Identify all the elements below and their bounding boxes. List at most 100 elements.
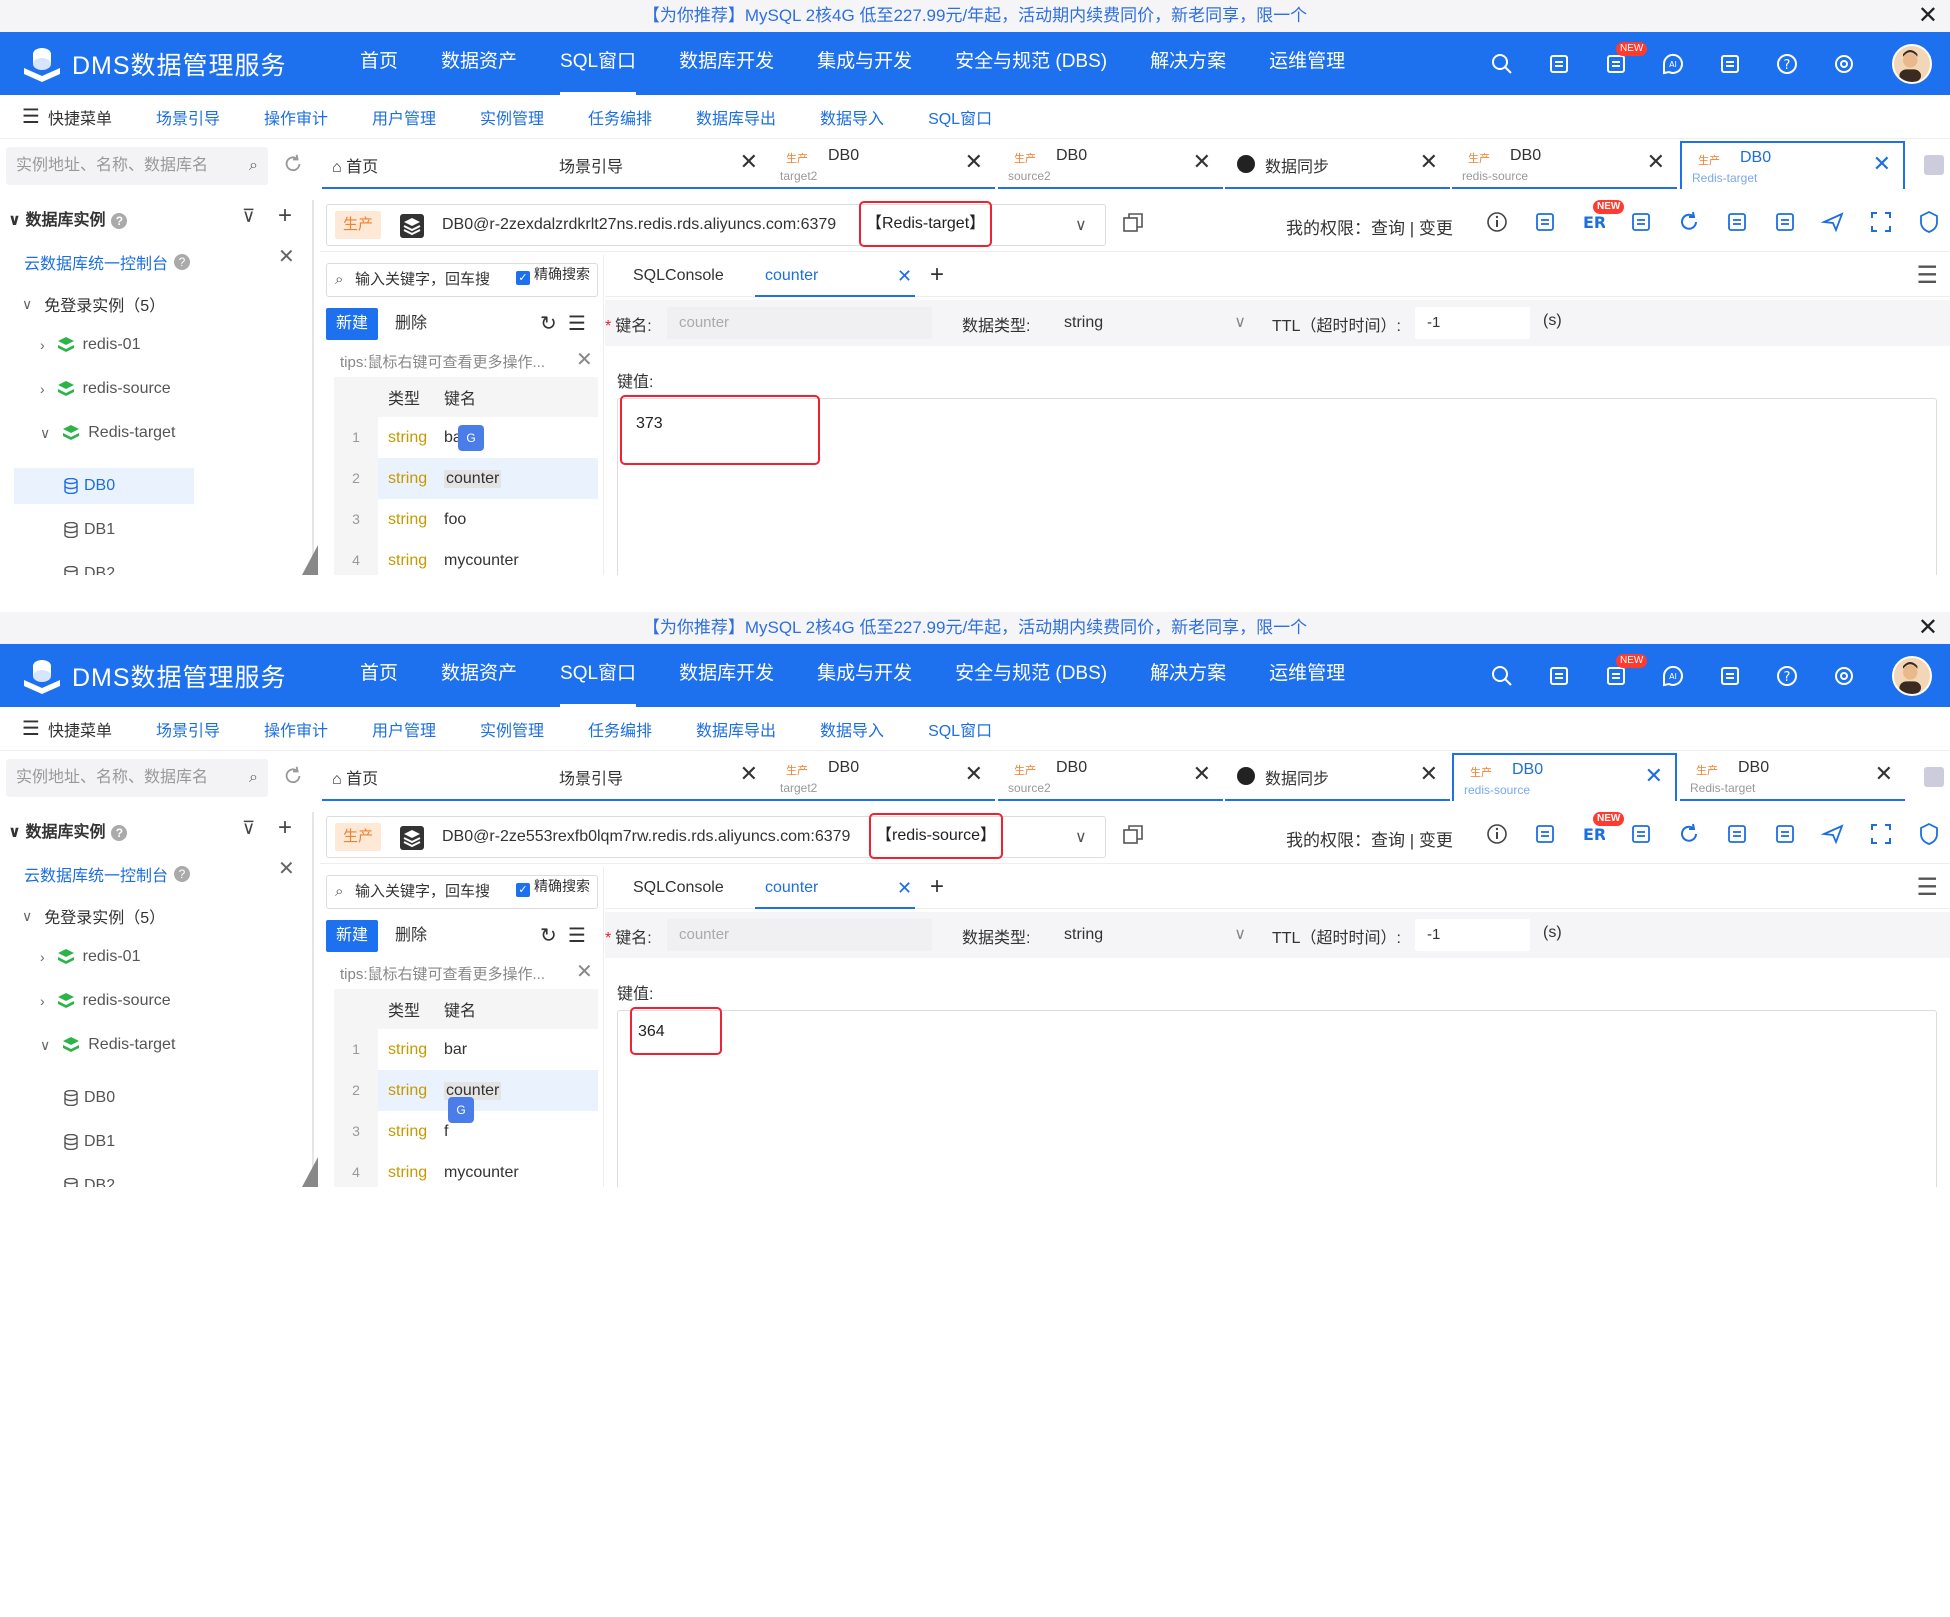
gear-icon[interactable]: [1832, 664, 1856, 688]
refresh-icon[interactable]: ↻: [540, 311, 557, 336]
tree-instance[interactable]: › redis-source: [40, 380, 171, 398]
quick-menu[interactable]: ☰ 快捷菜单: [22, 716, 112, 741]
tree-db[interactable]: DB2: [14, 556, 194, 575]
tree-db[interactable]: DB1: [14, 512, 194, 548]
tab-2[interactable]: 场景引导 ✕: [545, 141, 770, 189]
tree-group[interactable]: ∨ 免登录实例（5）: [22, 292, 165, 316]
fullscreen-icon[interactable]: [1869, 822, 1893, 846]
key-name-input[interactable]: counter: [667, 307, 932, 339]
table-row[interactable]: 3 string f G: [334, 1097, 598, 1152]
menu-icon[interactable]: ☰: [1916, 873, 1938, 902]
tab-counter[interactable]: counter: [755, 867, 915, 909]
new-key-button[interactable]: 新建: [326, 308, 378, 340]
tree-divider[interactable]: [312, 812, 314, 1187]
menu-item-1[interactable]: 首页: [360, 32, 398, 95]
document-icon[interactable]: [1718, 52, 1742, 76]
tab-6[interactable]: 生产 DB0 redis-source ✕: [1452, 753, 1677, 801]
quick-link-4[interactable]: 实例管理: [480, 105, 544, 129]
tab-7[interactable]: 生产 DB0 Redis-target ✕: [1680, 141, 1905, 189]
er-diagram-icon[interactable]: ER NEW: [1581, 812, 1625, 846]
tree-divider[interactable]: [312, 200, 314, 575]
help-icon[interactable]: ?: [1775, 664, 1799, 688]
key-value-textarea[interactable]: 373: [617, 395, 1937, 575]
tab-6[interactable]: 生产 DB0 redis-source ✕: [1452, 141, 1677, 189]
filter-icon[interactable]: ⊽: [242, 818, 255, 839]
close-icon[interactable]: ✕: [1420, 149, 1438, 175]
menu-item-7[interactable]: 解决方案: [1150, 644, 1226, 707]
quick-link-4[interactable]: 实例管理: [480, 717, 544, 741]
add-tab-icon[interactable]: +: [930, 867, 944, 907]
ttl-input[interactable]: -1: [1415, 307, 1530, 339]
menu-item-6[interactable]: 安全与规范 (DBS): [955, 32, 1107, 95]
menu-item-1[interactable]: 首页: [360, 644, 398, 707]
tree-header[interactable]: ∨ 数据库实例?: [8, 818, 128, 842]
monitor-icon[interactable]: [1547, 52, 1571, 76]
info-icon[interactable]: [1485, 822, 1509, 846]
quick-link-7[interactable]: 数据导入: [820, 717, 884, 741]
menu-icon[interactable]: ☰: [1916, 261, 1938, 290]
quick-link-5[interactable]: 任务编排: [588, 105, 652, 129]
quick-link-8[interactable]: SQL窗口: [928, 105, 992, 129]
close-icon[interactable]: ✕: [1873, 151, 1891, 177]
menu-item-2[interactable]: 数据资产: [441, 32, 517, 95]
help-icon[interactable]: ?: [1775, 52, 1799, 76]
tab-1[interactable]: ⌂ 首页: [322, 141, 547, 189]
help-icon[interactable]: ?: [174, 866, 191, 882]
shield-icon[interactable]: [1917, 822, 1941, 846]
instance-search-input[interactable]: 实例地址、名称、数据库名 ⌕: [6, 759, 268, 797]
list-view-icon[interactable]: ☰: [568, 923, 586, 948]
tab-2[interactable]: 场景引导 ✕: [545, 753, 770, 801]
send-icon[interactable]: [1820, 822, 1845, 846]
tree-instance[interactable]: ∨ Redis-target: [40, 1036, 175, 1054]
tab-more-icon[interactable]: [1924, 155, 1944, 175]
calendar-icon[interactable]: NEW: [1604, 42, 1648, 76]
close-icon[interactable]: ✕: [965, 761, 983, 787]
key-value-textarea[interactable]: 364: [617, 1007, 1937, 1187]
close-icon[interactable]: ✕: [897, 255, 912, 297]
tab-5[interactable]: 数据同步 ✕: [1225, 141, 1450, 189]
exact-search-checkbox[interactable]: ✓ 精确搜索: [512, 876, 590, 897]
send-icon[interactable]: [1820, 210, 1845, 234]
tab-3[interactable]: 生产 DB0 target2 ✕: [770, 141, 995, 189]
table-row[interactable]: 4 string mycounter: [334, 540, 598, 575]
gear-icon[interactable]: [1832, 52, 1856, 76]
menu-item-2[interactable]: 数据资产: [441, 644, 517, 707]
close-icon[interactable]: ✕: [1875, 761, 1893, 787]
search-icon[interactable]: [1490, 664, 1514, 688]
menu-item-4[interactable]: 数据库开发: [679, 32, 774, 95]
list-view-icon[interactable]: ☰: [568, 311, 586, 336]
close-icon[interactable]: ✕: [965, 149, 983, 175]
data-type-select[interactable]: string ∨: [1052, 307, 1252, 339]
close-icon[interactable]: ✕: [740, 149, 758, 175]
quick-link-8[interactable]: SQL窗口: [928, 717, 992, 741]
close-icon[interactable]: ✕: [1193, 761, 1211, 787]
close-icon[interactable]: ✕: [897, 867, 912, 909]
table-icon[interactable]: [1533, 822, 1557, 846]
add-tab-icon[interactable]: +: [930, 255, 944, 295]
list-icon[interactable]: [1773, 822, 1797, 846]
menu-item-5[interactable]: 集成与开发: [817, 32, 912, 95]
console-link[interactable]: 云数据库统一控制台?: [24, 862, 191, 886]
translate-icon[interactable]: G: [448, 1097, 474, 1123]
tree-instance[interactable]: › redis-source: [40, 992, 171, 1010]
tab-5[interactable]: 数据同步 ✕: [1225, 753, 1450, 801]
menu-item-6[interactable]: 安全与规范 (DBS): [955, 644, 1107, 707]
quick-link-1[interactable]: 场景引导: [156, 105, 220, 129]
tree-db[interactable]: DB0: [14, 1080, 194, 1116]
export-icon[interactable]: [1725, 210, 1749, 234]
refresh-icon[interactable]: [282, 765, 304, 787]
table-row[interactable]: 1 string bar: [334, 1029, 598, 1070]
app-logo[interactable]: DMS数据管理服务: [20, 654, 287, 698]
filter-icon[interactable]: ⊽: [242, 206, 255, 227]
help-icon[interactable]: ?: [111, 212, 128, 229]
quick-link-7[interactable]: 数据导入: [820, 105, 884, 129]
close-icon[interactable]: ✕: [576, 959, 593, 984]
add-icon[interactable]: +: [278, 814, 292, 842]
menu-item-5[interactable]: 集成与开发: [817, 644, 912, 707]
connection-select[interactable]: 生产 DB0@r-2ze553rexfb0lqm7rw.redis.rds.ali…: [326, 813, 1106, 859]
translate-icon[interactable]: G: [458, 425, 484, 451]
delete-key-button[interactable]: 删除: [386, 920, 436, 952]
app-logo[interactable]: DMS数据管理服务: [20, 42, 287, 86]
close-icon[interactable]: ✕: [278, 244, 295, 269]
tab-1[interactable]: ⌂ 首页: [322, 753, 547, 801]
